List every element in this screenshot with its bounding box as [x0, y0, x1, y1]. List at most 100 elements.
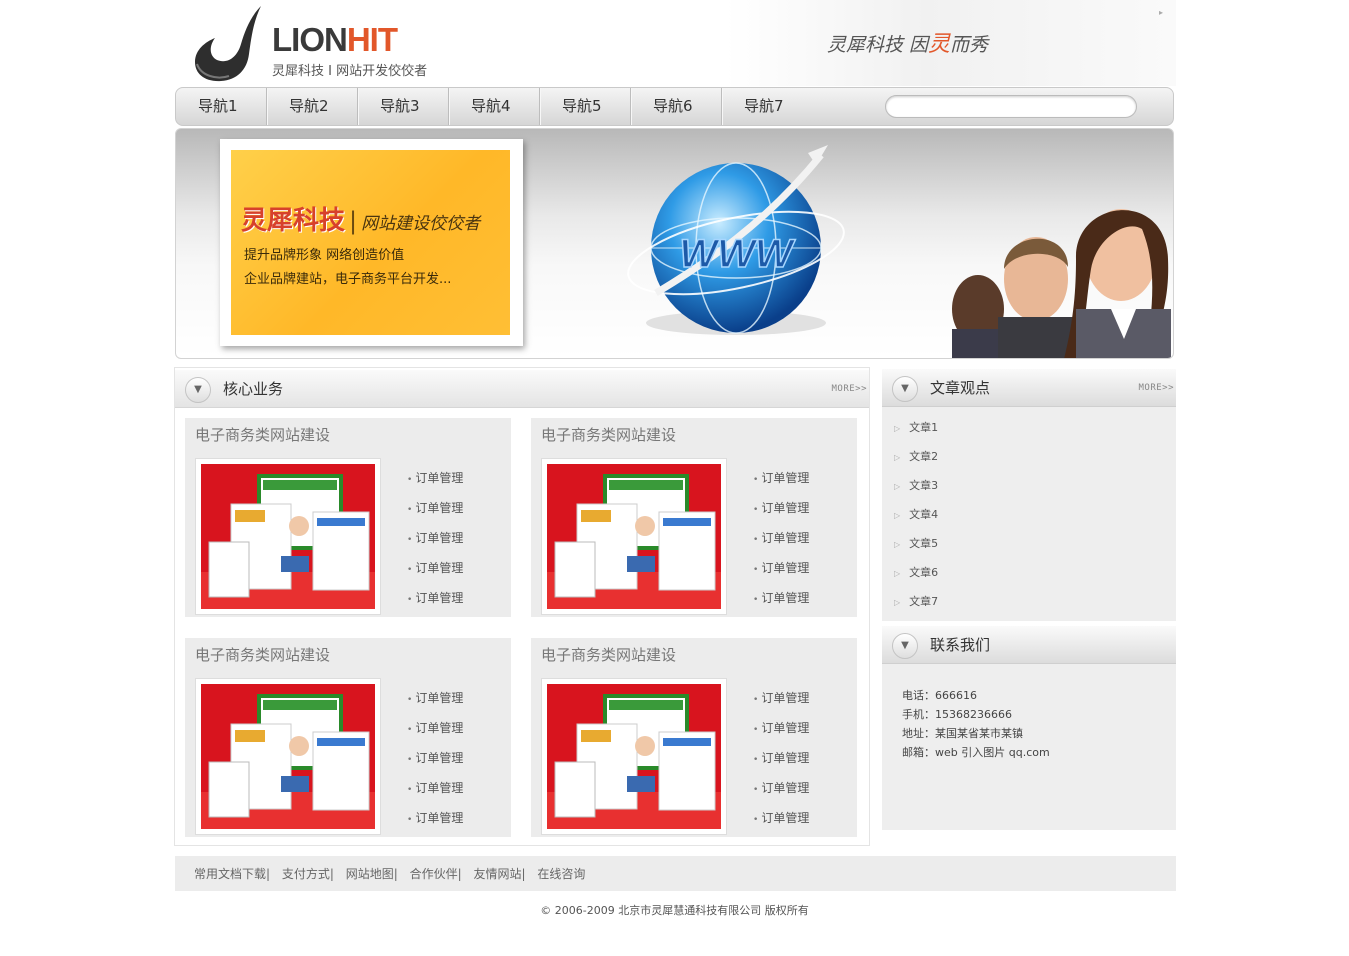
feature-item[interactable]: 订单管理	[753, 584, 809, 614]
feature-item[interactable]: 订单管理	[407, 494, 463, 524]
article-item[interactable]: ▷ 文章3	[894, 474, 938, 503]
nav-item-3[interactable]: 导航3	[358, 88, 449, 125]
article-link[interactable]: 文章4	[909, 508, 938, 521]
feature-item[interactable]: 订单管理	[753, 714, 809, 744]
banner-title-main: 灵犀科技	[241, 206, 346, 236]
nav-item-6[interactable]: 导航6	[631, 88, 722, 125]
business-thumbnail[interactable]	[541, 458, 727, 615]
footer-link-payment[interactable]: 支付方式|	[282, 867, 334, 881]
feature-item[interactable]: 订单管理	[753, 554, 809, 584]
nav-item-1[interactable]: 导航1	[176, 88, 267, 125]
feature-item[interactable]: 订单管理	[753, 524, 809, 554]
articles-title: 文章观点	[930, 379, 991, 397]
business-feature-list: 订单管理 订单管理 订单管理 订单管理 订单管理	[407, 684, 463, 834]
feature-item[interactable]: 订单管理	[407, 584, 463, 614]
footer-link-sitemap[interactable]: 网站地图|	[346, 867, 398, 881]
contact-title: 联系我们	[930, 636, 991, 654]
logo-lion: LION	[272, 21, 348, 58]
chevron-down-icon: ▼	[185, 377, 211, 403]
bullet-arrow-icon: ▷	[894, 482, 901, 491]
banner-card-inner: 灵犀科技 | 网站建设佼佼者 提升品牌形象 网络创造价值 企业品牌建站，电子商务平台…	[231, 150, 510, 335]
feature-item[interactable]: 订单管理	[753, 804, 809, 834]
feature-item[interactable]: 订单管理	[407, 554, 463, 584]
feature-item[interactable]: 订单管理	[407, 714, 463, 744]
business-card-title[interactable]: 电子商务类网站建设	[195, 424, 330, 445]
article-item[interactable]: ▷ 文章7	[894, 590, 938, 619]
footer-link-downloads[interactable]: 常用文档下载|	[194, 867, 270, 881]
feature-item[interactable]: 订单管理	[407, 464, 463, 494]
contact-header: ▼ 联系我们	[882, 626, 1176, 664]
articles-more-link[interactable]: MORE>>	[1138, 369, 1174, 407]
website-collage-image	[547, 464, 721, 609]
slogan: 灵犀科技 因灵而秀	[827, 26, 988, 58]
banner-line-1: 提升品牌形象 网络创造价值	[244, 248, 405, 263]
bullet-arrow-icon: ▷	[894, 598, 901, 607]
feature-item[interactable]: 订单管理	[407, 804, 463, 834]
article-link[interactable]: 文章7	[909, 595, 938, 608]
hero-banner: 灵犀科技 | 网站建设佼佼者 提升品牌形象 网络创造价值 企业品牌建站，电子商务平台…	[175, 128, 1174, 359]
banner-title-sep: |	[349, 207, 358, 235]
logo-wordmark[interactable]: LIONHIT	[272, 21, 398, 58]
corner-arrow-icon: ▸	[1159, 8, 1164, 17]
slogan-pre: 灵犀科技 因	[827, 34, 929, 56]
lionhit-logo-icon[interactable]	[193, 4, 267, 82]
article-link[interactable]: 文章1	[909, 421, 938, 434]
article-item[interactable]: ▷ 文章1	[894, 416, 938, 445]
nav-item-7[interactable]: 导航7	[722, 88, 813, 125]
article-link[interactable]: 文章5	[909, 537, 938, 550]
article-link[interactable]: 文章6	[909, 566, 938, 579]
article-item[interactable]: ▷ 文章5	[894, 532, 938, 561]
slogan-accent: 灵	[928, 32, 951, 57]
feature-item[interactable]: 订单管理	[407, 524, 463, 554]
footer-link-consult[interactable]: 在线咨询	[537, 867, 585, 881]
main-nav: 导航1 导航2 导航3 导航4 导航5 导航6 导航7	[175, 87, 1174, 126]
feature-item[interactable]: 订单管理	[753, 464, 809, 494]
business-card-title[interactable]: 电子商务类网站建设	[541, 644, 676, 665]
nav-items: 导航1 导航2 导航3 导航4 导航5 导航6 导航7	[176, 88, 813, 125]
bullet-arrow-icon: ▷	[894, 569, 901, 578]
article-item[interactable]: ▷ 文章2	[894, 445, 938, 474]
business-thumbnail[interactable]	[195, 678, 381, 835]
article-item[interactable]: ▷ 文章6	[894, 561, 938, 590]
business-people-image	[952, 209, 1171, 358]
feature-item[interactable]: 订单管理	[753, 774, 809, 804]
nav-item-4[interactable]: 导航4	[449, 88, 540, 125]
article-item[interactable]: ▷ 文章4	[894, 503, 938, 532]
bullet-arrow-icon: ▷	[894, 453, 901, 462]
contact-email: 邮箱：web 引入图片 qq.com	[902, 746, 1050, 759]
business-card-title[interactable]: 电子商务类网站建设	[195, 644, 330, 665]
article-link[interactable]: 文章2	[909, 450, 938, 463]
core-business-title: 核心业务	[223, 380, 284, 398]
nav-item-2[interactable]: 导航2	[267, 88, 358, 125]
contact-section: ▼ 联系我们 电话：666616 手机：15368236666 地址：某国某省某…	[882, 626, 1176, 830]
slogan-post: 而秀	[950, 34, 989, 56]
contact-address: 地址：某国某省某市某镇	[902, 727, 1023, 740]
business-card[interactable]: 电子商务类网站建设 订单管理 订单管理 订单管理 订单管理 订单管理	[185, 638, 511, 837]
nav-item-5[interactable]: 导航5	[540, 88, 631, 125]
bullet-arrow-icon: ▷	[894, 511, 901, 520]
business-card[interactable]: 电子商务类网站建设 订单管理 订单管理 订单管理 订单管理 订单管理	[531, 638, 857, 837]
business-card[interactable]: 电子商务类网站建设 订单管理 订单管理 订单管理 订单管理 订单管理	[531, 418, 857, 617]
business-card-title[interactable]: 电子商务类网站建设	[541, 424, 676, 445]
banner-title: 灵犀科技 | 网站建设佼佼者	[241, 200, 480, 237]
banner-card: 灵犀科技 | 网站建设佼佼者 提升品牌形象 网络创造价值 企业品牌建站，电子商务平台…	[220, 139, 523, 346]
core-business-more-link[interactable]: MORE>>	[831, 370, 867, 408]
footer-link-friends[interactable]: 友情网站|	[474, 867, 526, 881]
core-business-section: ▼ 核心业务 MORE>> 电子商务类网站建设 订单管理 订单管理	[174, 367, 870, 846]
feature-item[interactable]: 订单管理	[753, 684, 809, 714]
business-thumbnail[interactable]	[541, 678, 727, 835]
search-box	[885, 95, 1137, 118]
business-thumbnail[interactable]	[195, 458, 381, 615]
search-input[interactable]	[900, 96, 1120, 117]
feature-item[interactable]: 订单管理	[753, 494, 809, 524]
feature-item[interactable]: 订单管理	[407, 744, 463, 774]
feature-item[interactable]: 订单管理	[407, 684, 463, 714]
articles-section: ▼ 文章观点 MORE>> ▷ 文章1 ▷ 文章2 ▷ 文章3 ▷ 文章4 ▷ 文章5 ▷…	[882, 369, 1176, 621]
business-card[interactable]: 电子商务类网站建设 订单管理 订单管理 订单管理 订单管理 订单管理	[185, 418, 511, 617]
article-link[interactable]: 文章3	[909, 479, 938, 492]
feature-item[interactable]: 订单管理	[407, 774, 463, 804]
feature-item[interactable]: 订单管理	[753, 744, 809, 774]
globe-www-text: WWW	[679, 232, 796, 276]
footer-link-partners[interactable]: 合作伙伴|	[410, 867, 462, 881]
website-collage-image	[201, 684, 375, 829]
